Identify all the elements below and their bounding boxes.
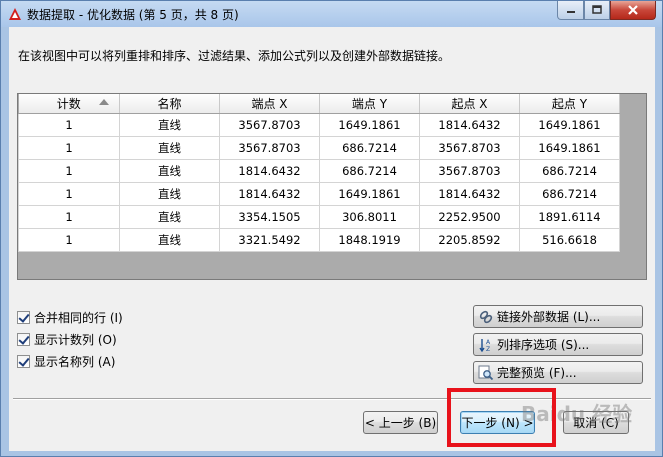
- table-cell[interactable]: 686.7214: [319, 158, 420, 183]
- table-cell[interactable]: 1814.6432: [419, 112, 520, 137]
- table-cell[interactable]: 1649.1861: [319, 112, 420, 137]
- show-count-option[interactable]: 显示计数列 (O): [17, 328, 123, 350]
- column-header-start-y[interactable]: 起点 Y: [519, 94, 620, 114]
- table-cell[interactable]: 直线: [119, 181, 220, 206]
- chain-link-icon: [479, 310, 493, 323]
- full-preview-label: 完整预览 (F)...: [497, 366, 577, 380]
- table-row[interactable]: 1 直线 3567.8703 686.7214 3567.8703 1649.1…: [18, 135, 620, 160]
- column-header-name[interactable]: 名称: [119, 94, 220, 114]
- column-sort-options-label: 列排序选项 (S)...: [497, 338, 590, 352]
- table-row[interactable]: 1 直线 3567.8703 1649.1861 1814.6432 1649.…: [18, 112, 620, 137]
- table-cell[interactable]: 1: [18, 112, 120, 137]
- show-count-checkbox[interactable]: [17, 332, 30, 346]
- merge-rows-checkbox[interactable]: [17, 310, 30, 324]
- table-cell[interactable]: 3567.8703: [419, 135, 520, 160]
- table-cell[interactable]: 686.7214: [519, 181, 620, 206]
- table-cell[interactable]: 3567.8703: [219, 112, 320, 137]
- table-cell[interactable]: 1814.6432: [219, 158, 320, 183]
- table-cell[interactable]: 1848.1919: [319, 227, 420, 252]
- dialog-window: 数据提取 - 优化数据 (第 5 页，共 8 页) 在该视图中可以将列重排和排序…: [0, 0, 663, 457]
- column-header-start-x[interactable]: 起点 X: [419, 94, 520, 114]
- table-cell[interactable]: 3321.5492: [219, 227, 320, 252]
- table-cell[interactable]: 3567.8703: [219, 135, 320, 160]
- full-preview-button[interactable]: 完整预览 (F)...: [473, 361, 643, 384]
- table-cell[interactable]: 1649.1861: [519, 135, 620, 160]
- column-header-end-y[interactable]: 端点 Y: [319, 94, 420, 114]
- close-button[interactable]: [610, 1, 656, 20]
- table-cell[interactable]: 直线: [119, 112, 220, 137]
- previous-button[interactable]: < 上一步 (B): [363, 411, 438, 434]
- merge-rows-label: 合并相同的行 (I): [34, 310, 123, 325]
- instruction-text: 在该视图中可以将列重排和排序、过滤结果、添加公式列以及创建外部数据链接。: [18, 49, 451, 63]
- svg-text:Z: Z: [486, 346, 490, 353]
- table-cell[interactable]: 2205.8592: [419, 227, 520, 252]
- title-bar[interactable]: 数据提取 - 优化数据 (第 5 页，共 8 页): [1, 1, 662, 27]
- data-table: 计数 名称 端点 X 端点 Y 起点 X 起点 Y 1 直线 3567.8703…: [18, 94, 620, 252]
- table-row[interactable]: 1 直线 3354.1505 306.8011 2252.9500 1891.6…: [18, 204, 620, 229]
- baidu-watermark: Baidu 经验: [521, 402, 633, 426]
- table-cell[interactable]: 686.7214: [519, 158, 620, 183]
- table-cell[interactable]: 2252.9500: [419, 204, 520, 229]
- table-cell[interactable]: 1649.1861: [319, 181, 420, 206]
- table-cell[interactable]: 516.6618: [519, 227, 620, 252]
- maximize-button[interactable]: [584, 1, 610, 20]
- table-cell[interactable]: 1: [18, 135, 120, 160]
- table-cell[interactable]: 1: [18, 158, 120, 183]
- table-row[interactable]: 1 直线 3321.5492 1848.1919 2205.8592 516.6…: [18, 227, 620, 252]
- sort-ascending-icon: [99, 99, 109, 105]
- show-name-label: 显示名称列 (A): [34, 354, 116, 369]
- table-row[interactable]: 1 直线 1814.6432 1649.1861 1814.6432 686.7…: [18, 181, 620, 206]
- show-name-option[interactable]: 显示名称列 (A): [17, 350, 123, 372]
- table-cell[interactable]: 3354.1505: [219, 204, 320, 229]
- window-title: 数据提取 - 优化数据 (第 5 页，共 8 页): [27, 8, 239, 22]
- table-cell[interactable]: 直线: [119, 135, 220, 160]
- table-cell[interactable]: 1814.6432: [419, 181, 520, 206]
- merge-rows-option[interactable]: 合并相同的行 (I): [17, 306, 123, 328]
- column-header-count[interactable]: 计数: [18, 94, 120, 114]
- show-count-label: 显示计数列 (O): [34, 332, 117, 347]
- dialog-client: 在该视图中可以将列重排和排序、过滤结果、添加公式列以及创建外部数据链接。 计数 …: [9, 27, 655, 451]
- preview-magnifier-icon: [478, 365, 494, 380]
- table-cell[interactable]: 3567.8703: [419, 158, 520, 183]
- column-header-end-x[interactable]: 端点 X: [219, 94, 320, 114]
- table-cell[interactable]: 1: [18, 227, 120, 252]
- table-cell[interactable]: 直线: [119, 204, 220, 229]
- close-icon: [628, 5, 638, 15]
- table-header-row: 计数 名称 端点 X 端点 Y 起点 X 起点 Y: [18, 94, 620, 114]
- svg-text:A: A: [486, 339, 491, 346]
- minimize-button[interactable]: [557, 1, 584, 20]
- maximize-icon: [592, 5, 602, 14]
- data-grid[interactable]: 计数 名称 端点 X 端点 Y 起点 X 起点 Y 1 直线 3567.8703…: [17, 93, 647, 280]
- minimize-icon: [566, 11, 575, 13]
- table-cell[interactable]: 1649.1861: [519, 112, 620, 137]
- table-row[interactable]: 1 直线 1814.6432 686.7214 3567.8703 686.72…: [18, 158, 620, 183]
- display-options: 合并相同的行 (I) 显示计数列 (O) 显示名称列 (A): [17, 306, 123, 372]
- link-external-data-button[interactable]: 链接外部数据 (L)...: [473, 305, 643, 328]
- show-name-checkbox[interactable]: [17, 354, 30, 368]
- table-cell[interactable]: 1: [18, 181, 120, 206]
- table-cell[interactable]: 1891.6114: [519, 204, 620, 229]
- table-cell[interactable]: 直线: [119, 158, 220, 183]
- autocad-app-icon: [9, 8, 21, 20]
- sort-az-icon: A Z: [479, 338, 491, 353]
- table-cell[interactable]: 1814.6432: [219, 181, 320, 206]
- table-cell[interactable]: 直线: [119, 227, 220, 252]
- link-external-data-label: 链接外部数据 (L)...: [497, 310, 601, 324]
- table-cell[interactable]: 306.8011: [319, 204, 420, 229]
- table-cell[interactable]: 686.7214: [319, 135, 420, 160]
- column-sort-options-button[interactable]: A Z 列排序选项 (S)...: [473, 333, 643, 356]
- table-cell[interactable]: 1: [18, 204, 120, 229]
